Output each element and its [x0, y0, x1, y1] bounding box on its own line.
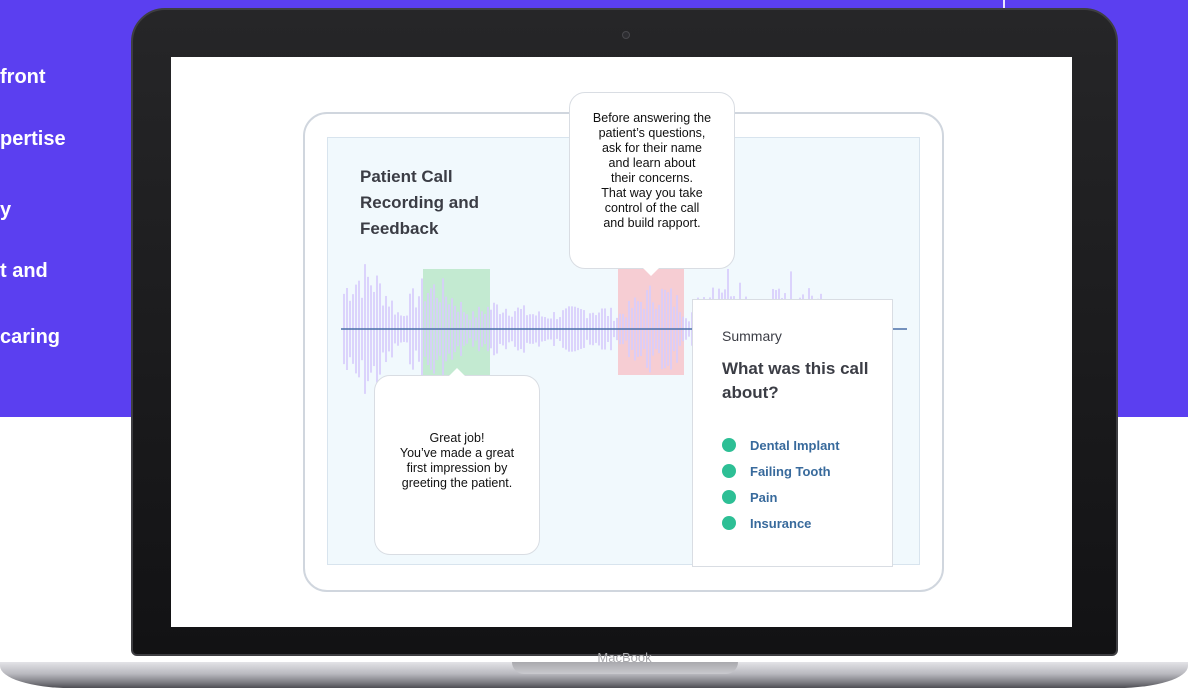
topic-list: Dental Implant Failing Tooth Pain Insura…	[722, 432, 840, 536]
tip-pointer	[643, 268, 659, 276]
side-text-line: y	[0, 199, 12, 221]
side-text-line: t and	[0, 260, 48, 282]
side-text-line: front	[0, 66, 46, 88]
panel-title: Patient Call Recording and Feedback	[360, 167, 480, 238]
topic-label: Failing Tooth	[750, 463, 831, 479]
side-text-line: caring	[0, 326, 61, 348]
topic-label: Insurance	[750, 515, 812, 531]
topic-item: Dental Implant	[722, 432, 840, 458]
tip-pointer	[449, 368, 465, 376]
summary-label: Summary	[722, 328, 782, 344]
topic-item: Insurance	[722, 510, 840, 536]
topic-item: Pain	[722, 484, 840, 510]
topic-label: Pain	[750, 489, 778, 505]
bullet-icon	[722, 516, 736, 530]
summary-card: Summary What was this call about? Dental…	[692, 299, 893, 567]
topic-item: Failing Tooth	[722, 458, 840, 484]
side-text-line: pertise	[0, 128, 66, 150]
topic-label: Dental Implant	[750, 437, 840, 453]
feedback-tip-bottom: Great job! You’ve made a great first imp…	[374, 375, 540, 555]
bullet-icon	[722, 464, 736, 478]
bullet-icon	[722, 490, 736, 504]
summary-question: What was this call about?	[722, 359, 869, 402]
feedback-tip-top: Before answering the patient’s questions…	[569, 92, 735, 269]
bullet-icon	[722, 438, 736, 452]
camera-icon	[622, 31, 630, 39]
laptop-hinge-notch	[512, 662, 738, 674]
laptop-screen: Patient Call Recording and Feedback Befo…	[171, 57, 1072, 627]
